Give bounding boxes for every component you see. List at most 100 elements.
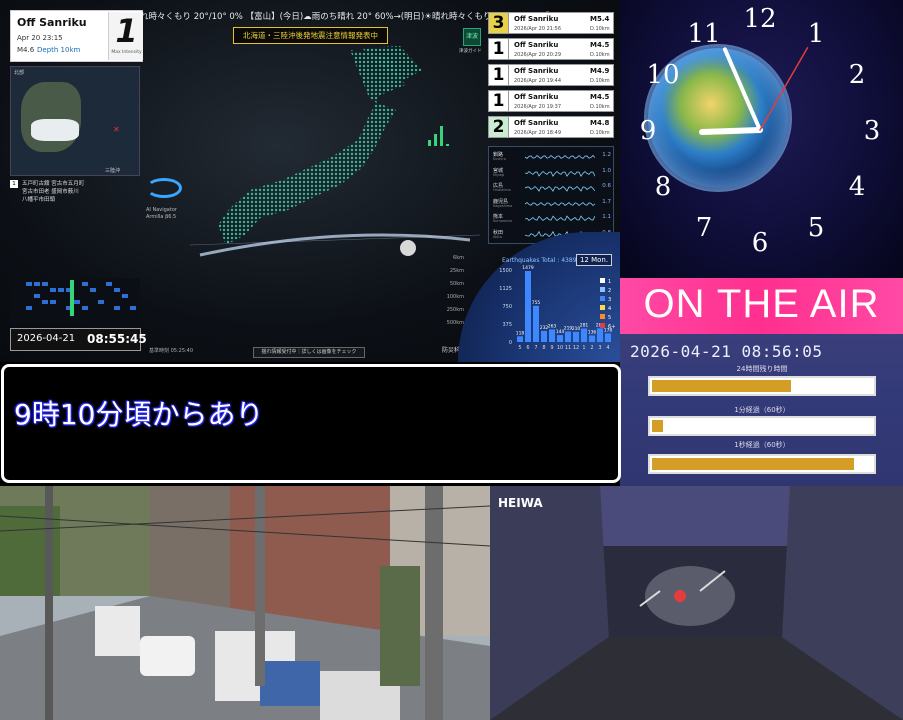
bar: [605, 333, 611, 342]
station-name-en: Kumamoto: [493, 219, 512, 223]
ai-navigator-logo-icon: [146, 178, 182, 198]
waveform-monitor: 釧路 Kushiro 1.2 宮城 Miyagi 1.0 広島 Hiroshima 0.6 鹿児島…: [488, 146, 614, 244]
waveform-row: 熊本 Kumamoto 1.1: [489, 213, 615, 225]
broadcast-clock: 2026-04-21 08:55:45: [10, 328, 147, 351]
tsunami-guide-icon[interactable]: 津波: [463, 28, 481, 46]
clock-numeral: 3: [864, 116, 881, 146]
bar-value-label: 281: [580, 323, 589, 329]
station-name-en: Miyagi: [493, 172, 505, 177]
clock-numeral: 8: [655, 172, 672, 202]
progress-fill: [652, 380, 791, 392]
world-clock-panel: 12 1 2 3 4 5 6 7 8 9 10 11: [620, 0, 903, 278]
waveform-row: 広島 Hiroshima 0.6: [489, 182, 615, 194]
legend-swatch: [600, 323, 605, 328]
station-value: 1.0: [602, 167, 611, 174]
land-shape: [21, 82, 81, 152]
area-line: 五戸町古舘 宮古市五月町: [22, 181, 85, 187]
clock-numeral: 7: [696, 213, 713, 243]
street-scene-image: [0, 486, 490, 720]
clock-numeral: 4: [849, 172, 866, 202]
y-tick-label: 1500: [499, 268, 512, 274]
quake-depth: D.10km: [590, 52, 610, 58]
x-tick-label: 11: [565, 345, 571, 351]
waveform-trace: [525, 201, 595, 206]
quake-intensity-badge: 1: [489, 65, 509, 85]
clock-numeral: 5: [808, 213, 825, 243]
legend-swatch: [600, 305, 605, 310]
legend-swatch: [600, 314, 605, 319]
legend-swatch: [600, 296, 605, 301]
bar-value-label: 1479: [522, 265, 534, 271]
street-camera-feed: [0, 486, 490, 720]
quake-datetime: 2026/Apr 20 21:56: [514, 26, 562, 32]
epicenter-marker-icon: ✕: [113, 125, 120, 134]
quake-name: Off Sanriku: [514, 119, 559, 127]
latest-quake-card[interactable]: Off Sanriku Apr 20 23:15 M4.6 Depth 10km…: [10, 10, 143, 62]
clock-numeral: 6: [752, 228, 769, 258]
clock-numeral: 12: [743, 4, 776, 34]
quake-depth: D.10km: [590, 130, 610, 136]
quake-name: Off Sanriku: [514, 41, 559, 49]
quake-datetime: 2026/Apr 20 20:29: [514, 52, 562, 58]
tsunami-guide-label: 津波ガイド: [459, 49, 482, 54]
station-name-en: Hiroshima: [493, 188, 511, 192]
clock-numeral: 9: [640, 116, 657, 146]
quake-list-item[interactable]: 3 Off Sanriku 2026/Apr 20 21:56 M5.4 D.1…: [488, 12, 614, 34]
quake-datetime: 2026/Apr 20 18:49: [514, 130, 562, 136]
quake-list-item[interactable]: 1 Off Sanriku 2026/Apr 20 20:29 M4.5 D.1…: [488, 38, 614, 60]
quake-datetime: 2026/Apr 20 19:44: [514, 78, 562, 84]
bar: [589, 335, 595, 342]
x-tick-label: 10: [557, 345, 563, 351]
check-info-button[interactable]: 揺れ情報受付中｜詳しくは画像をチェック: [253, 347, 365, 358]
quake-list-item[interactable]: 1 Off Sanriku 2026/Apr 20 19:44 M4.9 D.1…: [488, 64, 614, 86]
legend-swatch: [600, 287, 605, 292]
on-air-banner: ON THE AIR: [620, 278, 903, 334]
bar: [573, 331, 579, 342]
bar: [565, 331, 571, 342]
quake-location: Off Sanriku: [17, 16, 87, 29]
quake-mag: M4.5: [590, 93, 610, 101]
ai-name: AI Navigator: [146, 207, 177, 213]
quake-mag: M5.4: [590, 15, 610, 23]
bar-value-label: 263: [548, 323, 557, 329]
station-value: 0.6: [602, 183, 611, 189]
station-value: 1.7: [602, 198, 611, 205]
quake-intensity-badge: 2: [489, 117, 509, 137]
mini-map-label-top: 北部: [14, 70, 25, 76]
clock-numeral: 10: [646, 60, 679, 90]
clock-numeral: 1: [808, 19, 825, 49]
station-value: 1.1: [602, 214, 611, 220]
progress-fill: [652, 458, 855, 470]
bar: [541, 330, 547, 342]
progress-label: 24時間残り時間: [736, 365, 788, 373]
bar: [525, 271, 531, 342]
x-tick-label: 8: [542, 345, 545, 351]
quake-datetime: 2026/Apr 20 19:37: [514, 104, 562, 110]
clock-numeral: 2: [849, 60, 866, 90]
on-air-text: ON THE AIR: [643, 282, 880, 326]
game-scene-image: [490, 486, 903, 720]
progress-bar: [648, 454, 876, 474]
quake-list-item[interactable]: 1 Off Sanriku 2026/Apr 20 19:37 M4.5 D.1…: [488, 90, 614, 112]
subtitle-box: 9時10分頃からあり: [1, 364, 621, 483]
legend-label: 5: [608, 315, 611, 321]
base-time: 基準時刻 05:25:40: [149, 348, 194, 354]
legend-label: 6+: [608, 324, 615, 330]
bar: [597, 328, 603, 342]
max-intensity-value: 1: [115, 12, 138, 50]
quake-depth: D.10km: [590, 26, 610, 32]
legend-label: 4: [608, 306, 611, 312]
quake-list-item[interactable]: 2 Off Sanriku 2026/Apr 20 18:49 M4.8 D.1…: [488, 116, 614, 138]
aftershock-alert-banner: 北海道・三陸沖後発地震注意情報発表中: [233, 27, 388, 44]
affected-area-shape: [31, 119, 79, 141]
bar-value-label: 136: [588, 329, 597, 335]
y-tick-label: 750: [502, 304, 512, 310]
monthly-quake-chart: 0375750112515001185147967557232826391441…: [499, 265, 615, 351]
stream-layout: れ時々くもり 20°/10° 0% 【富山】(今日)☁雨のち晴れ 20° 60%…: [0, 0, 903, 720]
waveform-row: 釧路 Kushiro 1.2: [489, 151, 615, 163]
max-intensity-box: 1 Max Intensity: [108, 12, 143, 60]
area-index-badge: 1: [10, 180, 18, 188]
earthquake-monitor-panel: れ時々くもり 20°/10° 0% 【富山】(今日)☁雨のち晴れ 20° 60%…: [0, 0, 620, 362]
waveform-trace: [525, 185, 595, 192]
x-tick-label: 4: [606, 345, 609, 351]
